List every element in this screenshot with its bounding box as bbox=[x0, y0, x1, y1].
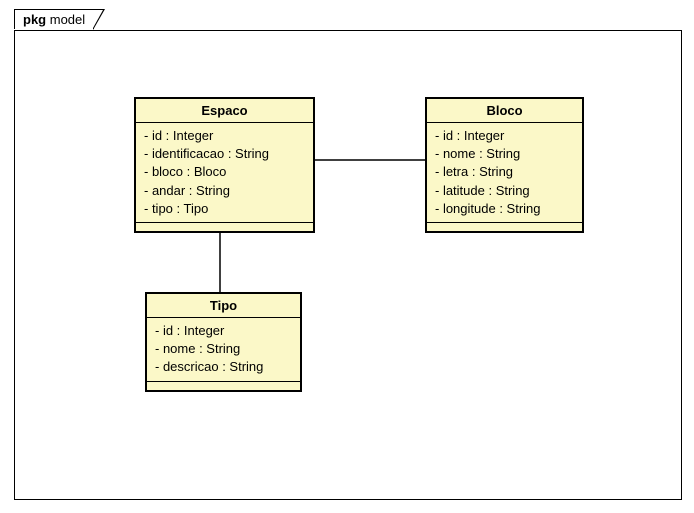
package-name: model bbox=[50, 12, 85, 27]
class-tipo-attrs: - id : Integer - nome : String - descric… bbox=[147, 318, 300, 382]
attr-row: - letra : String bbox=[435, 163, 574, 181]
attr-row: - id : Integer bbox=[155, 322, 292, 340]
attr-row: - latitude : String bbox=[435, 182, 574, 200]
class-bloco-attrs: - id : Integer - nome : String - letra :… bbox=[427, 123, 582, 223]
class-espaco-attrs: - id : Integer - identificacao : String … bbox=[136, 123, 313, 223]
class-bloco: Bloco - id : Integer - nome : String - l… bbox=[425, 97, 584, 233]
class-espaco-ops bbox=[136, 223, 313, 231]
attr-row: - longitude : String bbox=[435, 200, 574, 218]
attr-row: - id : Integer bbox=[144, 127, 305, 145]
package-tab: pkg model bbox=[14, 9, 94, 29]
attr-row: - nome : String bbox=[435, 145, 574, 163]
attr-row: - nome : String bbox=[155, 340, 292, 358]
class-bloco-name: Bloco bbox=[427, 99, 582, 123]
package-prefix: pkg bbox=[23, 12, 46, 27]
attr-row: - tipo : Tipo bbox=[144, 200, 305, 218]
class-espaco-name: Espaco bbox=[136, 99, 313, 123]
class-tipo: Tipo - id : Integer - nome : String - de… bbox=[145, 292, 302, 392]
attr-row: - id : Integer bbox=[435, 127, 574, 145]
class-tipo-name: Tipo bbox=[147, 294, 300, 318]
class-espaco: Espaco - id : Integer - identificacao : … bbox=[134, 97, 315, 233]
class-bloco-ops bbox=[427, 223, 582, 231]
attr-row: - descricao : String bbox=[155, 358, 292, 376]
attr-row: - identificacao : String bbox=[144, 145, 305, 163]
attr-row: - andar : String bbox=[144, 182, 305, 200]
attr-row: - bloco : Bloco bbox=[144, 163, 305, 181]
diagram-canvas: { "package": { "prefix": "pkg", "name": … bbox=[0, 0, 694, 513]
class-tipo-ops bbox=[147, 382, 300, 390]
